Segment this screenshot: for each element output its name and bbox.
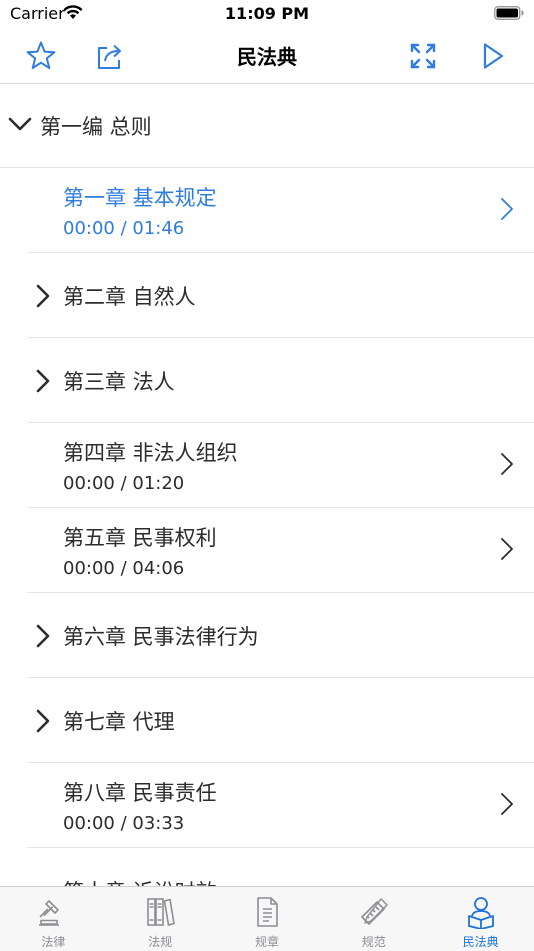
- disclosure-chevron-icon: [501, 793, 513, 815]
- tab-regulations[interactable]: 法规: [107, 887, 214, 951]
- chapter-list[interactable]: 第一编 总则 第一章 基本规定 00:00 / 01:46 第二章 自然人 第三章 法…: [0, 84, 534, 886]
- tab-label: 规范: [361, 935, 386, 949]
- section-title: 第一编 总则: [40, 115, 152, 139]
- chapter-duration: 00:00 / 03:33: [63, 813, 185, 834]
- tab-laws[interactable]: 法律: [0, 887, 107, 951]
- tab-bar: 法律 法规 规章 规范 民法典: [0, 886, 534, 951]
- tab-label: 规章: [254, 935, 279, 949]
- reader-icon: [467, 897, 494, 929]
- chapter-title: 第四章 非法人组织: [63, 441, 238, 465]
- chapter-row[interactable]: 第六章 民事法律行为: [27, 593, 534, 678]
- tab-label: 法规: [148, 935, 173, 949]
- chapter-duration: 00:00 / 04:06: [63, 558, 185, 579]
- chapter-row[interactable]: 第五章 民事权利 00:00 / 04:06: [27, 508, 534, 593]
- status-bar: Carrier 11:09 PM: [0, 0, 534, 28]
- chapter-row[interactable]: 第十章 诉讼时效: [27, 848, 534, 886]
- chevron-right-icon[interactable]: [35, 369, 51, 393]
- chevron-right-icon[interactable]: [35, 624, 51, 648]
- fullscreen-icon: [410, 43, 436, 69]
- chapter-title: 第二章 自然人: [63, 285, 196, 309]
- ruler-pencil-icon: [360, 898, 388, 925]
- chevron-down-icon: [8, 117, 32, 131]
- page-title: 民法典: [237, 45, 297, 69]
- books-icon: [147, 898, 176, 927]
- status-time: 11:09 PM: [224, 4, 310, 23]
- battery-icon: [494, 6, 524, 20]
- chapter-row[interactable]: 第四章 非法人组织 00:00 / 01:20: [27, 423, 534, 508]
- chapter-title: 第十章 诉讼时效: [63, 876, 217, 886]
- chapter-row[interactable]: 第七章 代理: [27, 678, 534, 763]
- document-icon: [257, 897, 278, 927]
- section-header[interactable]: 第一编 总则: [0, 84, 534, 168]
- chapter-row[interactable]: 第二章 自然人: [27, 253, 534, 338]
- chapter-row[interactable]: 第八章 民事责任 00:00 / 03:33: [27, 763, 534, 848]
- tab-civil-code[interactable]: 民法典: [427, 887, 534, 951]
- chevron-right-icon[interactable]: [35, 709, 51, 733]
- chapter-title: 第三章 法人: [63, 370, 175, 394]
- play-button[interactable]: [474, 38, 510, 74]
- chevron-right-icon[interactable]: [35, 284, 51, 308]
- chapter-duration: 00:00 / 01:20: [63, 473, 185, 494]
- disclosure-chevron-icon: [501, 453, 513, 475]
- play-icon: [483, 43, 504, 69]
- tab-label: 民法典: [462, 935, 499, 949]
- chapter-title: 第七章 代理: [63, 710, 175, 734]
- chapter-title: 第八章 民事责任: [63, 781, 217, 805]
- tab-rules[interactable]: 规章: [214, 887, 321, 951]
- chapter-row[interactable]: 第一章 基本规定 00:00 / 01:46: [27, 168, 534, 253]
- chapter-title: 第五章 民事权利: [63, 526, 217, 550]
- tab-norms[interactable]: 规范: [320, 887, 427, 951]
- gavel-icon: [39, 900, 60, 926]
- chapter-duration: 00:00 / 01:46: [63, 218, 185, 239]
- disclosure-chevron-icon: [501, 198, 513, 220]
- tab-label: 法律: [41, 935, 66, 949]
- disclosure-chevron-icon: [501, 538, 513, 560]
- chapter-title: 第一章 基本规定: [63, 186, 217, 210]
- fullscreen-button[interactable]: [405, 38, 441, 74]
- chapter-row[interactable]: 第三章 法人: [27, 338, 534, 423]
- navigation-bar: 民法典: [0, 28, 534, 84]
- chapter-title: 第六章 民事法律行为: [63, 625, 259, 649]
